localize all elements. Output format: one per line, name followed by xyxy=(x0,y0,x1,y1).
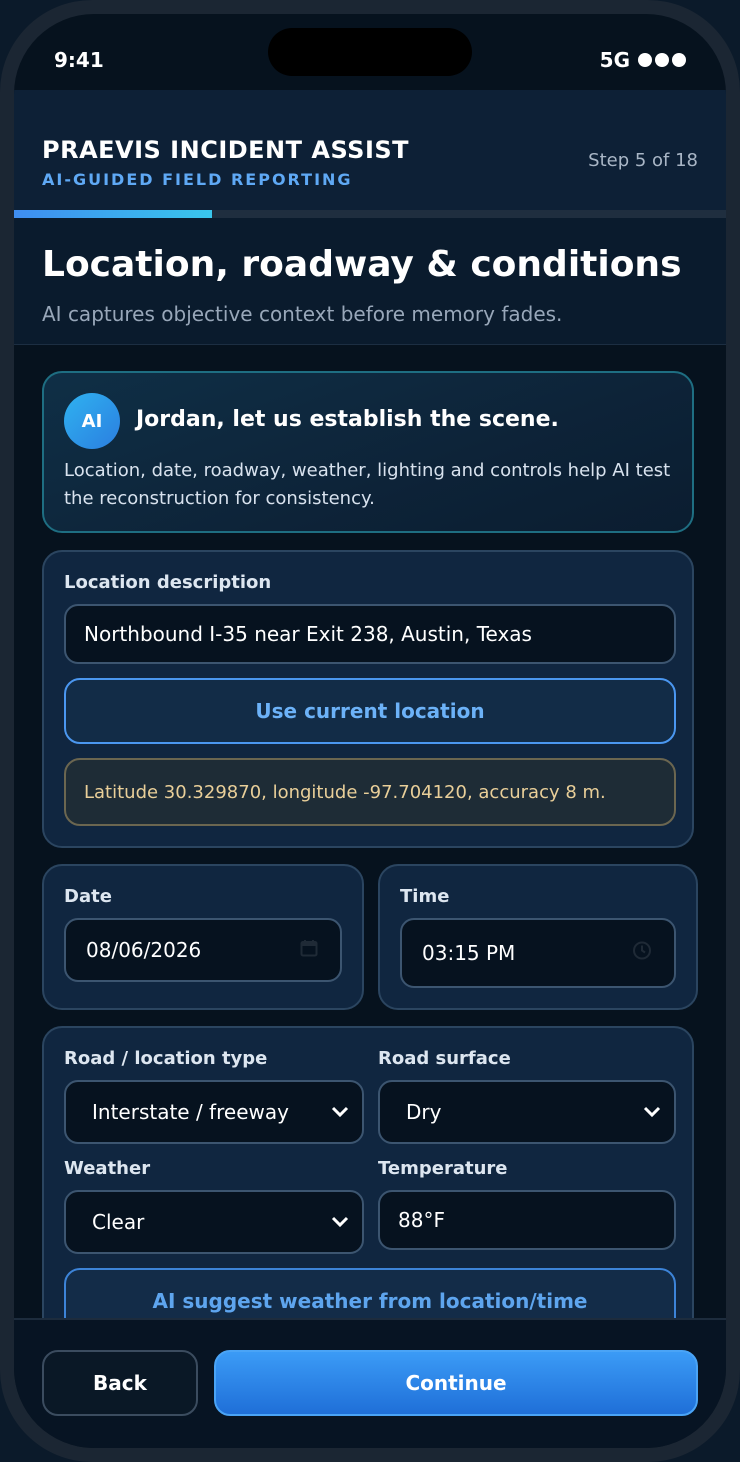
chevron-down-icon xyxy=(330,1210,350,1234)
ai-avatar: AI xyxy=(64,393,120,449)
conditions-card: Road / location type Interstate / freewa… xyxy=(42,1026,694,1319)
road-surface-value: Dry xyxy=(406,1100,442,1124)
time-label: Time xyxy=(400,886,450,907)
ai-message: Location, date, roadway, weather, lighti… xyxy=(64,460,671,509)
screen: 9:41 5G PRAEVIS INCIDENT ASSIST AI-GUIDE… xyxy=(14,14,726,1448)
date-input[interactable]: 08/06/2026 xyxy=(64,918,342,982)
page-description: AI captures objective context before mem… xyxy=(42,302,563,326)
step-counter: Step 5 of 18 xyxy=(588,150,698,171)
app-title: PRAEVIS INCIDENT ASSIST xyxy=(42,136,410,164)
ai-guidance-card: AI Jordan, let us establish the scene. L… xyxy=(42,371,694,533)
weather-select[interactable]: Clear xyxy=(64,1190,364,1254)
ai-suggest-weather-button[interactable]: AI suggest weather from location/time xyxy=(64,1268,676,1319)
temperature-input[interactable]: 88°F xyxy=(378,1190,676,1250)
temperature-label: Temperature xyxy=(378,1158,508,1179)
page-title: Location, roadway & conditions xyxy=(42,244,682,285)
back-button[interactable]: Back xyxy=(42,1350,198,1416)
progress-bar xyxy=(14,210,726,218)
date-label: Date xyxy=(64,886,112,907)
signal-dots-icon xyxy=(638,53,686,67)
date-value: 08/06/2026 xyxy=(86,938,202,962)
road-surface-label: Road surface xyxy=(378,1048,511,1069)
time-card: Time 03:15 PM xyxy=(378,864,698,1010)
location-value: Northbound I-35 near Exit 238, Austin, T… xyxy=(84,622,532,646)
road-surface-select[interactable]: Dry xyxy=(378,1080,676,1144)
app-header: PRAEVIS INCIDENT ASSIST AI-GUIDED FIELD … xyxy=(14,90,726,210)
coordinates-readout: Latitude 30.329870, longitude -97.704120… xyxy=(64,758,676,826)
chevron-down-icon xyxy=(642,1100,662,1124)
road-type-select[interactable]: Interstate / freeway xyxy=(64,1080,364,1144)
clock-icon[interactable] xyxy=(632,941,652,966)
continue-button[interactable]: Continue xyxy=(214,1350,698,1416)
chevron-down-icon xyxy=(330,1100,350,1124)
form-content[interactable]: AI Jordan, let us establish the scene. L… xyxy=(14,345,726,1319)
progress-fill xyxy=(14,210,212,218)
page-header: Location, roadway & conditions AI captur… xyxy=(14,218,726,345)
calendar-icon[interactable] xyxy=(300,938,318,962)
ai-heading: Jordan, let us establish the scene. xyxy=(136,407,559,432)
weather-value: Clear xyxy=(92,1210,145,1234)
status-time: 9:41 xyxy=(54,48,104,72)
temperature-value: 88°F xyxy=(398,1208,445,1232)
status-signal: 5G xyxy=(600,48,686,72)
time-input[interactable]: 03:15 PM xyxy=(400,918,676,988)
weather-label: Weather xyxy=(64,1158,151,1179)
location-card: Location description Northbound I-35 nea… xyxy=(42,550,694,848)
time-value: 03:15 PM xyxy=(422,941,516,965)
road-type-value: Interstate / freeway xyxy=(92,1100,289,1124)
date-card: Date 08/06/2026 xyxy=(42,864,364,1010)
phone-frame: 9:41 5G PRAEVIS INCIDENT ASSIST AI-GUIDE… xyxy=(0,0,740,1462)
location-label: Location description xyxy=(64,572,272,593)
dynamic-island xyxy=(268,28,472,76)
use-current-location-button[interactable]: Use current location xyxy=(64,678,676,744)
road-type-label: Road / location type xyxy=(64,1048,268,1069)
bottom-action-bar: Back Continue xyxy=(14,1318,726,1448)
location-input[interactable]: Northbound I-35 near Exit 238, Austin, T… xyxy=(64,604,676,664)
app-subtitle: AI-GUIDED FIELD REPORTING xyxy=(42,170,353,189)
network-label: 5G xyxy=(599,48,630,72)
